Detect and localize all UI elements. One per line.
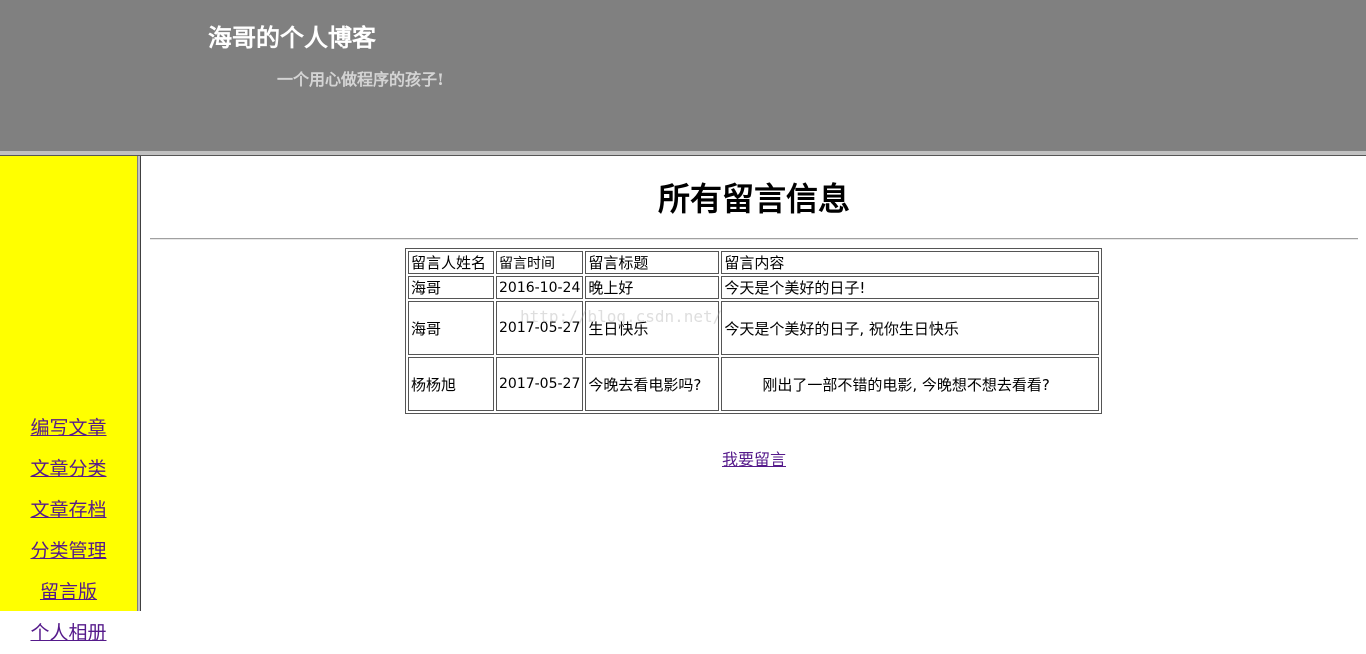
sidebar-item-write-article[interactable]: 编写文章 [0, 408, 137, 449]
cell-name: 杨杨旭 [408, 357, 494, 411]
leave-message-link[interactable]: 我要留言 [722, 450, 786, 469]
column-header-title: 留言标题 [585, 251, 720, 274]
leave-message-container: 我要留言 [142, 446, 1366, 470]
table-row: 海哥 2016-10-24 晚上好 今天是个美好的日子! [408, 276, 1100, 299]
cell-content: 今天是个美好的日子, 祝你生日快乐 [721, 301, 1100, 355]
table-row: 杨杨旭 2017-05-27 今晚去看电影吗? 刚出了一部不错的电影, 今晚想不… [408, 357, 1100, 411]
messages-table: 留言人姓名 留言时间 留言标题 留言内容 海哥 2016-10-24 晚上好 今… [405, 248, 1103, 414]
cell-name: 海哥 [408, 301, 494, 355]
sidebar-item-article-archive[interactable]: 文章存档 [0, 490, 137, 531]
site-title: 海哥的个人博客 [208, 23, 376, 52]
site-header: 海哥的个人博客 一个用心做程序的孩子! [0, 0, 1366, 151]
cell-title: 生日快乐 [585, 301, 720, 355]
table-row: 海哥 2017-05-27 生日快乐 今天是个美好的日子, 祝你生日快乐 [408, 301, 1100, 355]
cell-name: 海哥 [408, 276, 494, 299]
cell-title: 晚上好 [585, 276, 720, 299]
main-content: 所有留言信息 留言人姓名 留言时间 留言标题 留言内容 海哥 2016-10-2… [142, 156, 1366, 611]
sidebar: 编写文章 文章分类 文章存档 分类管理 留言版 个人相册 [0, 156, 137, 644]
sidebar-item-message-board[interactable]: 留言版 [0, 572, 137, 613]
cell-time: 2017-05-27 [496, 301, 584, 355]
title-divider [150, 238, 1358, 240]
cell-content: 刚出了一部不错的电影, 今晚想不想去看看? [721, 357, 1100, 411]
sidebar-item-category-management[interactable]: 分类管理 [0, 531, 137, 572]
site-subtitle: 一个用心做程序的孩子! [277, 70, 445, 89]
frame-splitter[interactable] [137, 156, 141, 611]
cell-title: 今晚去看电影吗? [585, 357, 720, 411]
column-header-content: 留言内容 [721, 251, 1100, 274]
cell-time: 2016-10-24 [496, 276, 584, 299]
table-header-row: 留言人姓名 留言时间 留言标题 留言内容 [408, 251, 1100, 274]
cell-content: 今天是个美好的日子! [721, 276, 1100, 299]
column-header-time: 留言时间 [496, 251, 584, 274]
sidebar-item-article-categories[interactable]: 文章分类 [0, 449, 137, 490]
sidebar-item-photo-album[interactable]: 个人相册 [0, 613, 137, 654]
page-title: 所有留言信息 [657, 180, 850, 218]
sidebar-nav: 编写文章 文章分类 文章存档 分类管理 留言版 个人相册 [0, 408, 137, 654]
cell-time: 2017-05-27 [496, 357, 584, 411]
column-header-name: 留言人姓名 [408, 251, 494, 274]
